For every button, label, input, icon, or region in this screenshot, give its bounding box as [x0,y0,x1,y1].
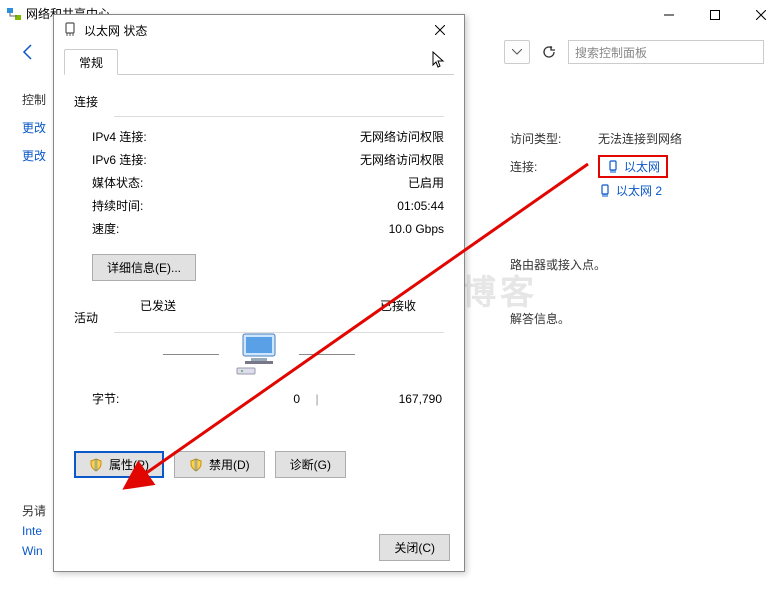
duration-value: 01:05:44 [397,199,444,213]
access-type-value: 无法连接到网络 [598,130,682,147]
bg-text-fragment: 路由器或接入点。 [510,256,606,273]
ipv4-value: 无网络访问权限 [360,128,444,145]
properties-button-label: 属性(P) [109,456,149,473]
connection-label: 连接: [510,158,580,175]
diagnose-button[interactable]: 诊断(G) [275,451,346,478]
media-value: 已启用 [408,174,444,191]
disable-button-label: 禁用(D) [209,456,250,473]
computer-network-icon [233,332,285,376]
ethernet-status-dialog: 以太网 状态 常规 连接 IPv4 连接: 无网络访问权限 IPv6 连接: 无网络… [53,14,465,572]
dialog-title: 以太网 状态 [84,22,420,39]
bg-text-fragment: 解答信息。 [510,310,570,327]
ethernet-icon [62,22,78,38]
activity-visual [74,332,444,376]
ethernet-icon [598,184,612,198]
access-type-label: 访问类型: [510,130,580,147]
ipv6-label: IPv6 连接: [92,151,147,168]
speed-value: 10.0 Gbps [389,222,444,236]
duration-label: 持续时间: [92,197,143,214]
sidebar-item: 另请 [22,501,46,521]
tab-bar: 常规 [64,49,454,75]
sidebar-item[interactable]: Win [22,541,46,561]
bytes-label: 字节: [92,390,192,407]
bytes-recv-value: 167,790 [334,392,442,406]
ethernet-link-1[interactable]: 以太网 [598,155,668,178]
media-label: 媒体状态: [92,174,143,191]
minimize-button[interactable] [646,0,692,30]
ethernet-link-text: 以太网 [624,158,660,175]
tab-general[interactable]: 常规 [64,49,118,75]
details-button[interactable]: 详细信息(E)... [92,254,196,281]
close-button[interactable] [738,0,784,30]
maximize-button[interactable] [692,0,738,30]
bytes-sent-value: 0 [192,392,300,406]
sent-label: 已发送 [140,297,176,314]
dialog-titlebar: 以太网 状态 [54,15,464,45]
window-controls [646,0,784,30]
shield-icon [189,458,203,472]
ethernet-link-2[interactable]: 以太网 2 [598,182,662,199]
search-input[interactable]: 搜索控制面板 [568,40,764,64]
speed-label: 速度: [92,220,119,237]
dialog-close-button[interactable] [420,16,460,44]
ipv6-value: 无网络访问权限 [360,151,444,168]
view-dropdown[interactable] [504,40,530,64]
refresh-button[interactable] [536,40,562,64]
sidebar-bottom: 另请 Inte Win [22,501,46,561]
recv-label: 已接收 [380,297,416,314]
disable-button[interactable]: 禁用(D) [174,451,265,478]
connection-group-title: 连接 [74,93,444,110]
ethernet-icon [606,160,620,174]
ethernet-link-text: 以太网 2 [616,182,662,199]
shield-icon [89,458,103,472]
status-area: 访问类型: 无法连接到网络 连接: 以太网 以太网 2 [510,130,760,207]
network-center-icon [6,6,22,22]
ipv4-label: IPv4 连接: [92,128,147,145]
properties-button[interactable]: 属性(P) [74,451,164,478]
back-arrow-icon[interactable] [18,42,38,65]
close-dialog-button[interactable]: 关闭(C) [379,534,450,561]
diagnose-button-label: 诊断(G) [290,456,331,473]
search-placeholder: 搜索控制面板 [575,44,647,61]
sidebar-item[interactable]: Inte [22,521,46,541]
